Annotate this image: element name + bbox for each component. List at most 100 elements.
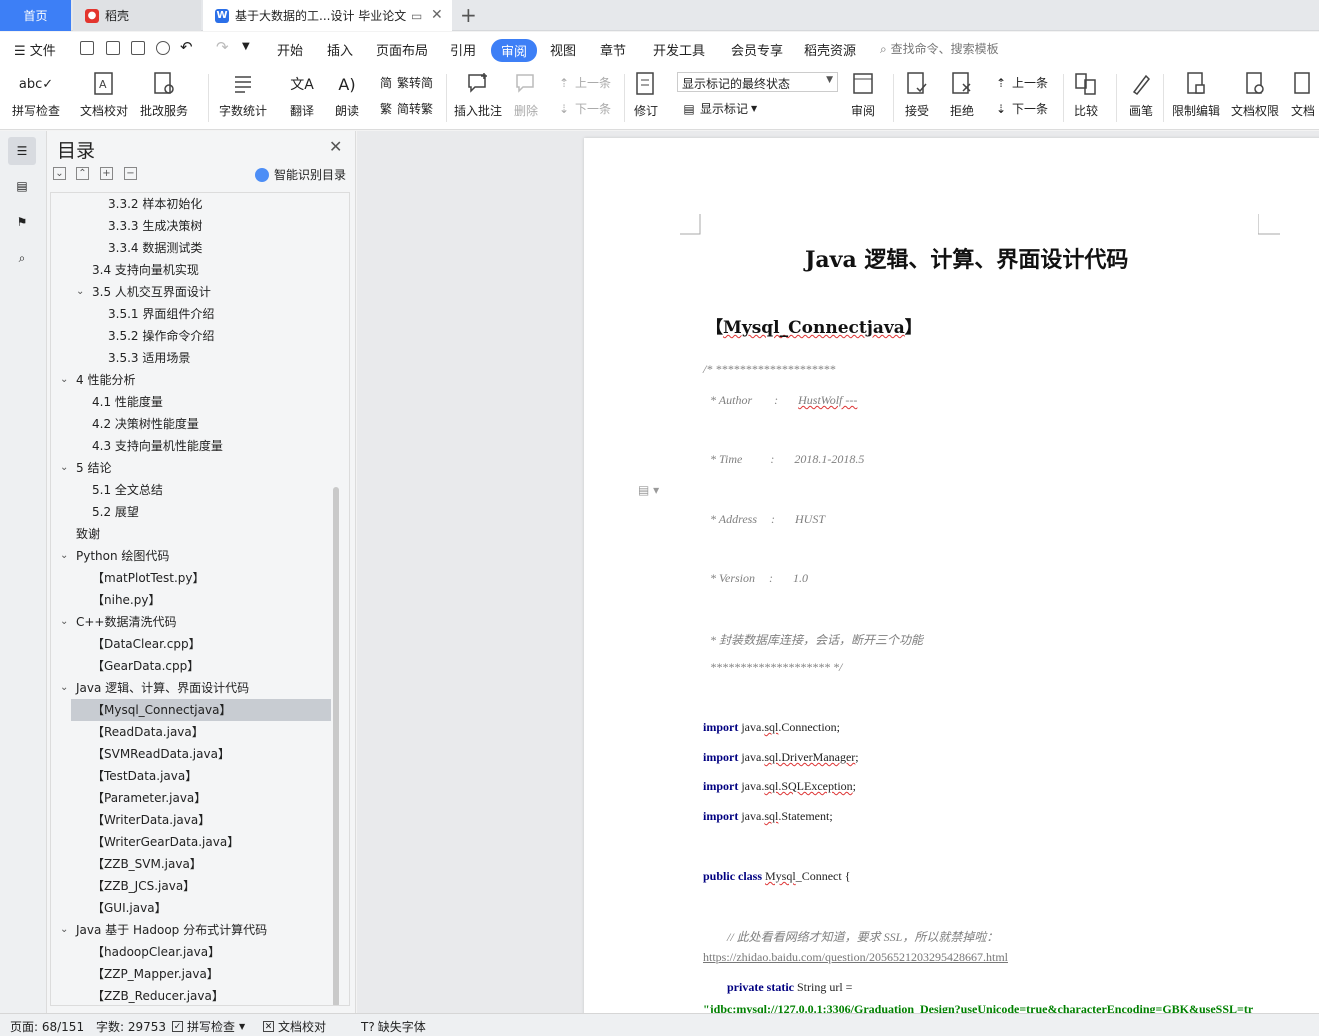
toc-item[interactable]: ⌄ Python 绘图代码 bbox=[51, 545, 331, 567]
next-change-button[interactable]: ⇣ 下一条 bbox=[993, 100, 1048, 117]
collapse-all-icon[interactable]: ⌄ bbox=[53, 167, 66, 180]
toc-item[interactable]: 3.4 支持向量机实现 bbox=[51, 259, 331, 281]
pen-button[interactable]: 画笔 bbox=[1127, 70, 1155, 119]
menu-view[interactable]: 视图 bbox=[550, 40, 576, 59]
tab-document[interactable]: W 基于大数据的工...设计 毕业论文 ▭ ✕ bbox=[203, 0, 452, 31]
review-pane-button[interactable]: 审阅 bbox=[849, 70, 877, 119]
tab-home[interactable]: 首页 bbox=[0, 0, 71, 31]
close-icon[interactable]: ✕ bbox=[329, 137, 342, 156]
paragraph-menu-icon[interactable]: ▤ ▾ bbox=[638, 483, 659, 497]
export-pdf-icon[interactable] bbox=[106, 41, 120, 55]
chevron-down-icon[interactable]: ⌄ bbox=[60, 545, 68, 567]
doc-permission-button[interactable]: 文档权限 bbox=[1231, 70, 1279, 119]
document-page[interactable]: Java 逻辑、计算、界面设计代码 【Mysql_Connectjava】 /*… bbox=[584, 138, 1319, 1013]
toc-scrollbar[interactable] bbox=[333, 487, 339, 1005]
remove-heading-icon[interactable]: − bbox=[124, 167, 137, 180]
prev-comment-button[interactable]: ⇡ 上一条 bbox=[556, 74, 611, 91]
status-spell-check[interactable]: ✓ 拼写检查 ▼ bbox=[172, 1018, 245, 1035]
toc-item[interactable]: ⌄ C++数据清洗代码 bbox=[51, 611, 331, 633]
find-button[interactable]: ⌕ bbox=[8, 244, 36, 272]
menu-daoke-resources[interactable]: 稻壳资源 bbox=[804, 40, 856, 59]
menu-reference[interactable]: 引用 bbox=[450, 40, 476, 59]
insert-comment-button[interactable]: 插入批注 bbox=[454, 70, 502, 119]
toc-item[interactable]: 【WriterData.java】 bbox=[51, 809, 331, 831]
toc-item[interactable]: 3.5.1 界面组件介绍 bbox=[51, 303, 331, 325]
toc-item[interactable]: 3.3.2 样本初始化 bbox=[51, 193, 331, 215]
toc-item[interactable]: ⌄ Java 基于 Hadoop 分布式计算代码 bbox=[51, 919, 331, 941]
toc-item[interactable]: 3.5.3 适用场景 bbox=[51, 347, 331, 369]
toc-item[interactable]: 【GUI.java】 bbox=[51, 897, 331, 919]
read-aloud-button[interactable]: A) 朗读 bbox=[333, 70, 361, 119]
toc-item[interactable]: 【TestData.java】 bbox=[51, 765, 331, 787]
redo-icon[interactable]: ↷ bbox=[216, 38, 229, 56]
status-missing-font[interactable]: T? 缺失字体 bbox=[361, 1018, 426, 1035]
toc-item[interactable]: 4.2 决策树性能度量 bbox=[51, 413, 331, 435]
toc-item[interactable]: 【SVMReadData.java】 bbox=[51, 743, 331, 765]
toc-item[interactable]: 【DataClear.cpp】 bbox=[51, 633, 331, 655]
word-count-indicator[interactable]: 字数: 29753 bbox=[96, 1018, 166, 1035]
translate-button[interactable]: 文A 翻译 bbox=[288, 70, 316, 119]
toc-item[interactable]: ⌄ 4 性能分析 bbox=[51, 369, 331, 391]
reference-link[interactable]: https://zhidao.baidu.com/question/205652… bbox=[703, 950, 1008, 965]
page-indicator[interactable]: 页面: 68/151 bbox=[10, 1018, 84, 1035]
toc-item[interactable]: 【WriterGearData.java】 bbox=[51, 831, 331, 853]
toc-item[interactable]: 4.1 性能度量 bbox=[51, 391, 331, 413]
delete-comment-button[interactable]: 删除 bbox=[512, 70, 540, 119]
menu-chapter[interactable]: 章节 bbox=[600, 40, 626, 59]
toc-item[interactable]: 致谢 bbox=[51, 523, 331, 545]
restrict-edit-button[interactable]: 限制编辑 bbox=[1172, 70, 1220, 119]
prev-change-button[interactable]: ⇡ 上一条 bbox=[993, 74, 1048, 91]
expand-up-icon[interactable]: ⌃ bbox=[76, 167, 89, 180]
menu-insert[interactable]: 插入 bbox=[327, 40, 353, 59]
toc-item[interactable]: 【ZZP_Mapper.java】 bbox=[51, 963, 331, 985]
toc-item[interactable]: 【Parameter.java】 bbox=[51, 787, 331, 809]
smart-toc-button[interactable]: 智能识别目录 bbox=[255, 166, 346, 183]
toc-item[interactable]: 【Mysql_Connectjava】 bbox=[71, 699, 331, 721]
print-icon[interactable] bbox=[131, 41, 145, 55]
track-changes-button[interactable]: 修订 bbox=[632, 70, 660, 119]
toc-item[interactable]: ⌄ 5 结论 bbox=[51, 457, 331, 479]
spell-check-button[interactable]: abc✓ 拼写检查 bbox=[12, 70, 60, 119]
toc-item[interactable]: ⌄ Java 逻辑、计算、界面设计代码 bbox=[51, 677, 331, 699]
toc-panel-button[interactable]: ☰ bbox=[8, 137, 36, 165]
toc-item[interactable]: 【nihe.py】 bbox=[51, 589, 331, 611]
menu-start[interactable]: 开始 bbox=[277, 40, 303, 59]
toc-item[interactable]: 3.3.3 生成决策树 bbox=[51, 215, 331, 237]
tab-daoke[interactable]: ● 稻壳 bbox=[73, 0, 201, 31]
next-comment-button[interactable]: ⇣ 下一条 bbox=[556, 100, 611, 117]
reject-button[interactable]: 拒绝 bbox=[948, 70, 976, 119]
bookmark-button[interactable]: ⚑ bbox=[8, 208, 36, 236]
chevron-down-icon[interactable]: ⌄ bbox=[60, 919, 68, 941]
toc-item[interactable]: 【ZZB_JCS.java】 bbox=[51, 875, 331, 897]
chevron-down-icon[interactable]: ⌄ bbox=[60, 457, 68, 479]
toc-item[interactable]: 【hadoopClear.java】 bbox=[51, 941, 331, 963]
show-markup-button[interactable]: ▤ 显示标记 ▼ bbox=[681, 100, 757, 117]
toc-item[interactable]: 【ReadData.java】 bbox=[51, 721, 331, 743]
menu-developer[interactable]: 开发工具 bbox=[653, 40, 705, 59]
close-tab-icon[interactable]: ✕ bbox=[431, 7, 443, 23]
print-preview-icon[interactable] bbox=[156, 41, 170, 55]
markup-mode-select[interactable]: 显示标记的最终状态 ▼ bbox=[677, 72, 838, 92]
toc-item[interactable]: 【ZZB_Reducer.java】 bbox=[51, 985, 331, 1005]
toc-item[interactable]: 【ZZB_SVM.java】 bbox=[51, 853, 331, 875]
toc-item[interactable]: ⌄ 3.5 人机交互界面设计 bbox=[51, 281, 331, 303]
review-service-button[interactable]: 批改服务 bbox=[140, 70, 188, 119]
toc-item[interactable]: 【GearData.cpp】 bbox=[51, 655, 331, 677]
menu-page-layout[interactable]: 页面布局 bbox=[376, 40, 428, 59]
chevron-down-icon[interactable]: ⌄ bbox=[60, 369, 68, 391]
toc-item[interactable]: 5.1 全文总结 bbox=[51, 479, 331, 501]
word-count-button[interactable]: 字数统计 bbox=[219, 70, 267, 119]
file-menu[interactable]: ☰ 文件 bbox=[14, 40, 56, 59]
doc-proof-button[interactable]: A 文档校对 bbox=[80, 70, 128, 119]
chevron-down-icon[interactable]: ⌄ bbox=[60, 677, 68, 699]
chapter-nav-button[interactable]: ▤ bbox=[8, 172, 36, 200]
trad-to-simp-button[interactable]: 简繁转简 bbox=[378, 74, 433, 91]
add-heading-icon[interactable]: + bbox=[100, 167, 113, 180]
toc-item[interactable]: 5.2 展望 bbox=[51, 501, 331, 523]
command-search[interactable]: ⌕ 查找命令、搜索模板 bbox=[880, 40, 999, 57]
toc-item[interactable]: 3.3.4 数据测试类 bbox=[51, 237, 331, 259]
chevron-down-icon[interactable]: ⌄ bbox=[60, 611, 68, 633]
save-icon[interactable] bbox=[80, 41, 94, 55]
toc-item[interactable]: 【matPlotTest.py】 bbox=[51, 567, 331, 589]
compare-button[interactable]: 比较 bbox=[1072, 70, 1100, 119]
